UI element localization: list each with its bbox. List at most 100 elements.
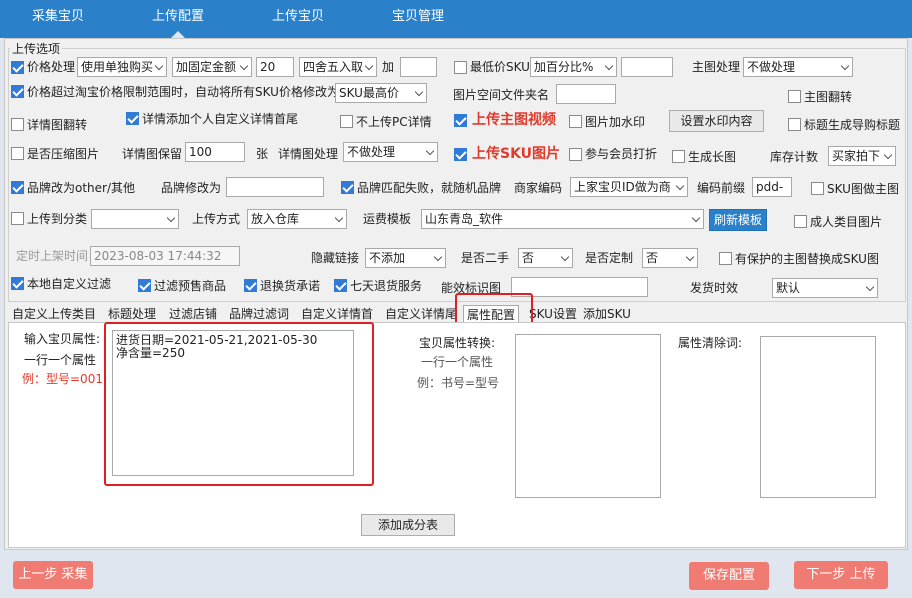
detail-proc-select[interactable]: 不做处理	[343, 142, 438, 162]
upload-cat-checkbox[interactable]	[11, 212, 24, 225]
second-hand-select[interactable]: 否	[518, 248, 573, 268]
tab-brand-filter[interactable]: 品牌过滤词	[229, 305, 289, 323]
price-add-value: 加固定金额	[176, 60, 237, 74]
price-value-input[interactable]: 20	[256, 57, 294, 77]
main-flip-checkbox[interactable]	[788, 90, 801, 103]
protect-label: 有保护的主图替换成SKU图	[735, 252, 879, 266]
add-value-input[interactable]	[400, 57, 437, 77]
ship-select[interactable]: 默认	[772, 278, 878, 298]
nav-upload-config[interactable]: 上传配置	[120, 0, 236, 38]
chevron-down-icon	[685, 252, 695, 262]
detail-flip-checkbox[interactable]	[11, 118, 24, 131]
presale-label: 过滤预售商品	[154, 279, 227, 293]
adult-checkbox[interactable]	[794, 215, 807, 228]
member-checkbox[interactable]	[569, 148, 582, 161]
freight-select[interactable]: 山东青岛_软件	[421, 209, 704, 229]
min-sku-value: 加百分比%	[534, 60, 594, 74]
upload-method-select[interactable]: 放入仓库	[247, 209, 347, 229]
timed-label: 定时上架时间	[16, 249, 89, 263]
no-pc-label: 不上传PC详情	[356, 115, 432, 129]
tab-title-process[interactable]: 标题处理	[108, 305, 156, 323]
code-prefix-input[interactable]: pdd-	[752, 177, 792, 197]
custom-label: 是否定制	[585, 251, 634, 265]
upload-method-value: 放入仓库	[251, 212, 300, 226]
over-limit-label: 价格超过淘宝价格限制范围时，自动将所有SKU价格修改为	[27, 85, 339, 99]
tab-filter-shop[interactable]: 过滤店铺	[169, 305, 217, 323]
adult-label: 成人类目图片	[810, 215, 883, 229]
sku-main-checkbox[interactable]	[811, 182, 824, 195]
price-mode-select[interactable]: 使用单独购买	[77, 57, 167, 77]
protect-checkbox[interactable]	[719, 252, 732, 265]
clear-words-textarea[interactable]	[760, 336, 876, 498]
min-sku-input[interactable]	[621, 57, 673, 77]
img-folder-input[interactable]	[556, 84, 616, 104]
second-hand-value: 否	[522, 251, 535, 265]
compress-checkbox[interactable]	[11, 147, 24, 160]
upload-sku-checkbox[interactable]	[454, 148, 467, 161]
merchant-code-value: 上家宝贝ID做为商	[574, 180, 671, 194]
brand-change-input[interactable]	[226, 177, 324, 197]
return-checkbox[interactable]	[244, 279, 257, 292]
tab-add-sku[interactable]: 添加SKU	[583, 305, 631, 323]
prev-step-button[interactable]: 上一步 采集	[13, 561, 93, 589]
upload-cat-select[interactable]	[91, 209, 179, 229]
upload-video-checkbox[interactable]	[454, 114, 467, 127]
round-select[interactable]: 四舍五入取	[299, 57, 377, 77]
price-process-checkbox[interactable]	[11, 61, 24, 74]
nav-collect[interactable]: 采集宝贝	[0, 0, 116, 34]
clear-words-label: 属性清除词:	[678, 336, 743, 350]
keep-input[interactable]: 100	[185, 142, 245, 162]
merchant-code-select[interactable]: 上家宝贝ID做为商	[570, 177, 688, 197]
convert-label: 宝贝属性转换:	[419, 336, 496, 350]
chevron-down-icon	[691, 213, 701, 223]
tab-custom-detail-head[interactable]: 自定义详情首	[301, 305, 373, 323]
custom-value: 否	[646, 251, 659, 265]
ship-label: 发货时效	[690, 281, 739, 295]
nav-upload-items[interactable]: 上传宝贝	[240, 0, 356, 34]
tab-custom-category[interactable]: 自定义上传类目	[12, 305, 96, 323]
highlight-textarea-box	[104, 322, 374, 486]
min-sku-select[interactable]: 加百分比%	[530, 57, 617, 77]
refresh-template-button[interactable]: 刷新模板	[709, 209, 767, 231]
nav-item-management[interactable]: 宝贝管理	[360, 0, 476, 34]
main-flip-label: 主图翻转	[804, 90, 853, 104]
save-config-button[interactable]: 保存配置	[689, 562, 769, 590]
seven-day-checkbox[interactable]	[334, 279, 347, 292]
watermark-checkbox[interactable]	[569, 115, 582, 128]
brand-other-checkbox[interactable]	[11, 181, 24, 194]
tab-custom-detail-tail[interactable]: 自定义详情尾	[385, 305, 457, 323]
hide-link-label: 隐藏链接	[311, 251, 360, 265]
input-attr-label: 输入宝贝属性:	[24, 332, 101, 346]
chevron-down-icon	[239, 61, 249, 71]
title-guide-checkbox[interactable]	[788, 118, 801, 131]
local-filter-label: 本地自定义过滤	[27, 277, 112, 291]
local-filter-checkbox[interactable]	[11, 277, 24, 290]
price-add-select[interactable]: 加固定金额	[172, 57, 252, 77]
convert-textarea[interactable]	[515, 334, 661, 498]
over-limit-select[interactable]: SKU最高价	[335, 83, 427, 103]
tab-sku-settings[interactable]: SKU设置	[529, 305, 577, 323]
detail-proc-label: 详情图处理	[278, 147, 339, 161]
timed-datetime[interactable]: 2023-08-03 17:44:32	[90, 246, 240, 266]
price-process-label: 价格处理	[27, 60, 76, 74]
top-nav-bar: 采集宝贝 上传配置 上传宝贝 宝贝管理	[0, 0, 912, 38]
convert-hint-2: 例：书号=型号	[417, 376, 500, 390]
over-limit-value: SKU最高价	[339, 86, 399, 100]
chevron-down-icon	[364, 61, 374, 71]
next-step-button[interactable]: 下一步 上传	[794, 561, 888, 589]
main-img-select[interactable]: 不做处理	[743, 57, 853, 77]
long-img-checkbox[interactable]	[672, 150, 685, 163]
over-limit-checkbox[interactable]	[11, 85, 24, 98]
one-per-line-label: 一行一个属性	[24, 353, 97, 367]
min-sku-checkbox[interactable]	[454, 61, 467, 74]
no-pc-checkbox[interactable]	[340, 115, 353, 128]
stock-select[interactable]: 买家拍下	[828, 146, 896, 166]
custom-select[interactable]: 否	[642, 248, 698, 268]
add-ingredient-table-button[interactable]: 添加成分表	[361, 514, 455, 536]
set-watermark-button[interactable]: 设置水印内容	[669, 110, 764, 132]
brand-match-checkbox[interactable]	[341, 181, 354, 194]
hide-link-select[interactable]: 不添加	[365, 248, 446, 268]
detail-custom-checkbox[interactable]	[126, 112, 139, 125]
chevron-down-icon	[433, 252, 443, 262]
presale-checkbox[interactable]	[138, 279, 151, 292]
